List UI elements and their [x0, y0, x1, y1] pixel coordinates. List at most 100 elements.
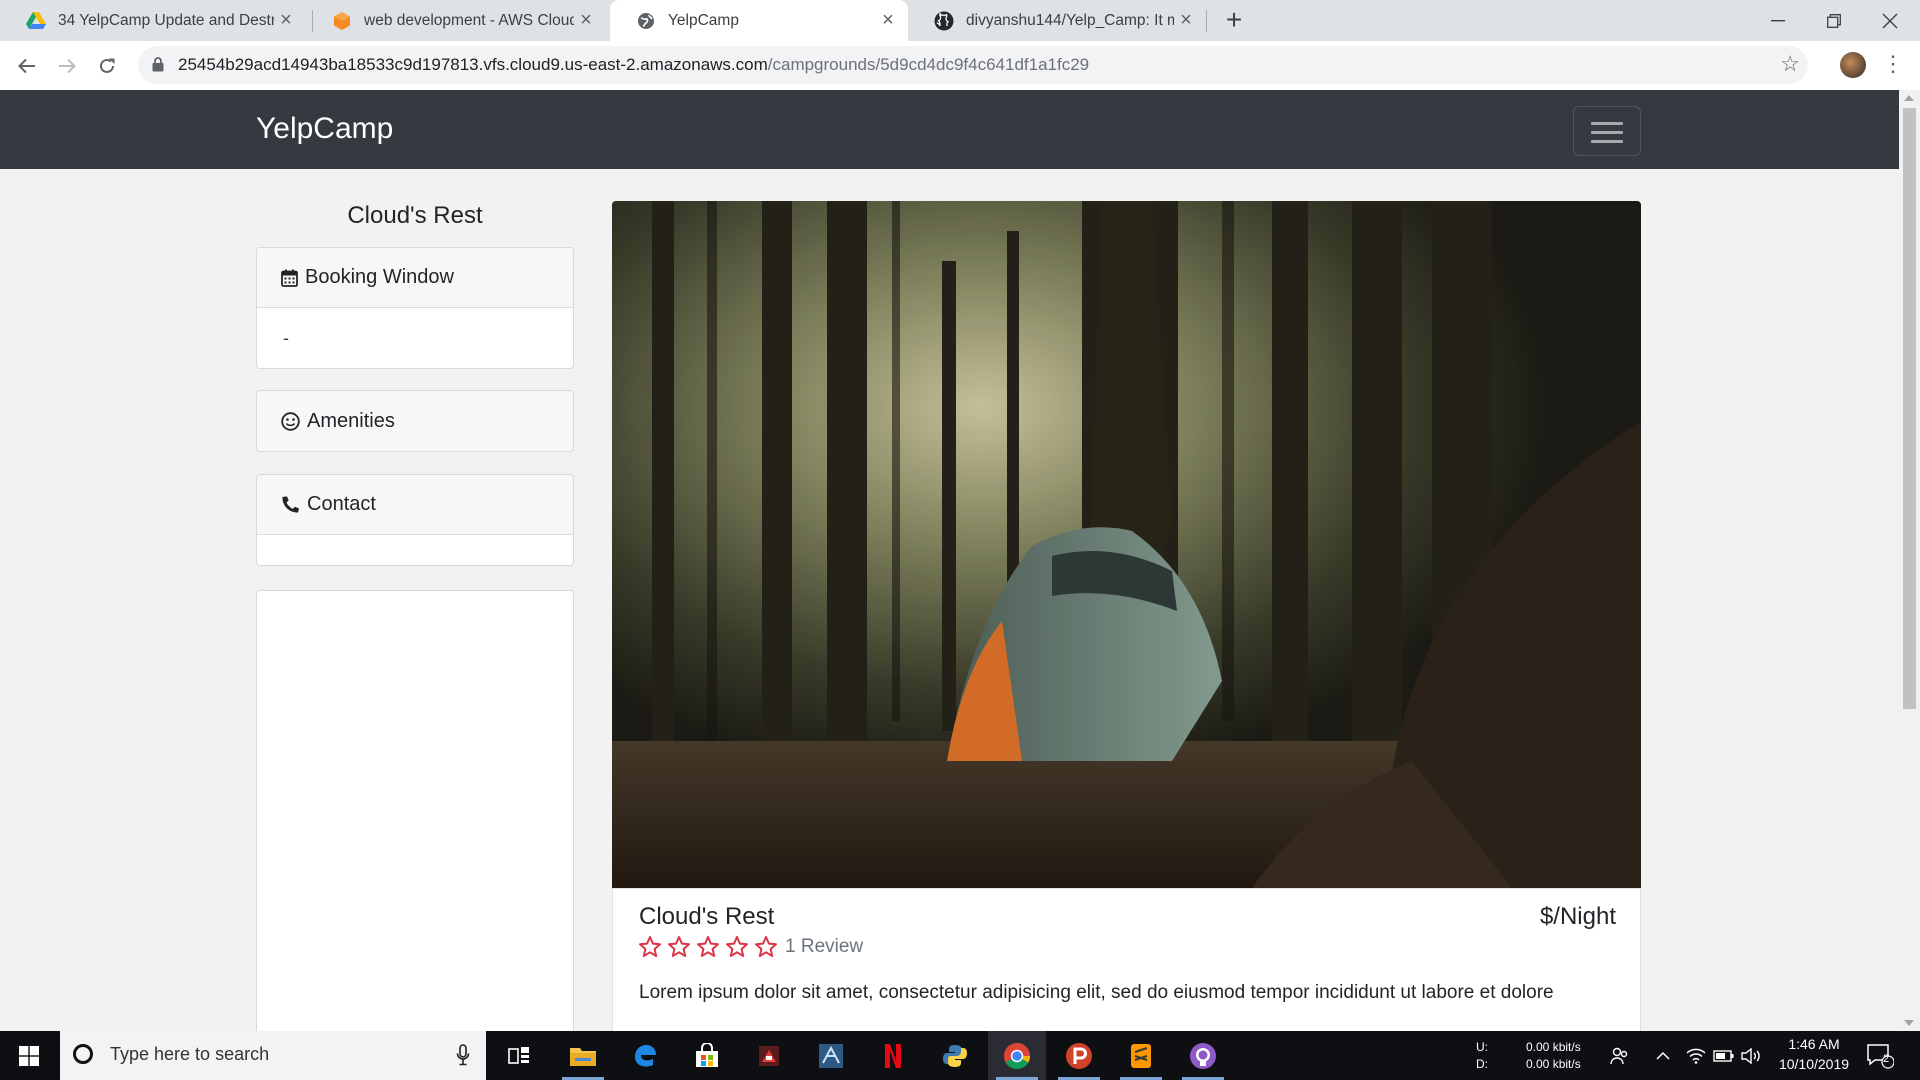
hamburger-icon — [1591, 122, 1623, 125]
network-speed-widget: U: 0.00 kbit/s D: 0.00 kbit/s — [1476, 1039, 1581, 1073]
site-navbar: YelpCamp — [0, 90, 1899, 169]
tab-title: web development - AWS Cloud9 — [364, 11, 574, 29]
url-path: /campgrounds/5d9cd4dc9f4c641df1a1fc29 — [767, 55, 1090, 74]
page-viewport: YelpCamp Cloud's Rest Booking Window - A… — [0, 90, 1899, 1031]
notification-icon — [1867, 1044, 1895, 1069]
scroll-up-arrow-icon[interactable] — [1904, 95, 1914, 101]
microphone-icon[interactable] — [456, 1044, 470, 1066]
browser-menu-icon[interactable]: ⋮ — [1882, 51, 1904, 77]
star-empty-icon — [697, 936, 719, 957]
star-empty-icon — [726, 936, 748, 957]
booking-window-label: Booking Window — [305, 266, 454, 288]
contact-header[interactable]: Contact — [257, 475, 573, 535]
calendar-icon — [281, 269, 298, 287]
contact-label: Contact — [307, 493, 376, 515]
profile-avatar[interactable] — [1840, 52, 1866, 78]
tab-separator — [1206, 10, 1207, 32]
scroll-thumb[interactable] — [1903, 108, 1916, 709]
browser-tab-4[interactable]: divyanshu144/Yelp_Camp: It mak × — [908, 0, 1206, 41]
tab-title: 34 YelpCamp Update and Destro — [58, 11, 274, 29]
wifi-icon[interactable] — [1684, 1031, 1708, 1080]
python-icon[interactable] — [926, 1031, 984, 1080]
url-host: 25454b29acd14943ba18533c9d197813.vfs.clo… — [178, 55, 768, 74]
bookmark-star-icon[interactable]: ☆ — [1780, 51, 1800, 77]
reload-icon — [100, 58, 115, 73]
arrow-right-icon — [59, 58, 76, 74]
star-empty-icon — [668, 936, 690, 957]
booking-window-card: Booking Window - — [256, 247, 574, 369]
edge-browser-icon[interactable] — [616, 1031, 674, 1080]
microsoft-store-icon[interactable] — [678, 1031, 736, 1080]
net-down-label: D: — [1476, 1057, 1488, 1071]
rating-stars: 1 Review — [638, 935, 863, 959]
amenities-header[interactable]: Amenities — [257, 391, 573, 451]
net-up-label: U: — [1476, 1040, 1488, 1054]
sublime-text-icon[interactable] — [1112, 1031, 1170, 1080]
notification-count: 2 — [1883, 1053, 1890, 1065]
close-icon[interactable]: × — [274, 9, 298, 32]
tab-title: YelpCamp — [668, 11, 739, 29]
aws-cloud9-icon — [332, 11, 352, 31]
star-empty-icon — [755, 936, 777, 957]
reload-button[interactable] — [94, 53, 120, 79]
review-count-link[interactable]: 1 Review — [785, 936, 863, 958]
close-icon[interactable]: × — [876, 9, 900, 32]
browser-tab-3[interactable]: YelpCamp × — [610, 0, 908, 41]
cortana-icon — [73, 1044, 93, 1064]
system-clock[interactable]: 1:46 AM 10/10/2019 — [1772, 1034, 1856, 1074]
close-icon[interactable]: × — [574, 9, 598, 32]
browser-tab-strip: 34 YelpCamp Update and Destro × web deve… — [0, 0, 1920, 41]
battery-icon[interactable] — [1712, 1031, 1736, 1080]
chevron-up-icon[interactable] — [1650, 1031, 1676, 1080]
scroll-down-arrow-icon[interactable] — [1904, 1020, 1914, 1026]
chrome-browser-icon[interactable] — [988, 1031, 1046, 1080]
campground-price: $/Night — [1539, 903, 1616, 930]
app-icon-red[interactable] — [740, 1031, 798, 1080]
sidebar-title: Cloud's Rest — [347, 202, 483, 229]
booking-window-header[interactable]: Booking Window — [257, 248, 573, 308]
campground-info-card: Cloud's Rest $/Night 1 Review Lorem ipsu… — [612, 888, 1641, 1031]
app-icon-blue[interactable] — [802, 1031, 860, 1080]
booking-window-value: - — [283, 327, 289, 348]
github-desktop-icon[interactable] — [1174, 1031, 1232, 1080]
close-icon[interactable]: × — [1174, 9, 1198, 32]
minimize-button[interactable] — [1750, 0, 1806, 41]
action-center-button[interactable]: 2 — [1866, 1043, 1895, 1074]
browser-toolbar: 25454b29acd14943ba18533c9d197813.vfs.clo… — [0, 41, 1920, 91]
google-drive-icon — [26, 11, 46, 31]
search-placeholder: Type here to search — [110, 1044, 270, 1064]
start-button[interactable] — [0, 1031, 58, 1080]
amenities-card: Amenities — [256, 390, 574, 452]
file-explorer-icon[interactable] — [554, 1031, 612, 1080]
arrow-left-icon — [18, 58, 35, 74]
amenities-label: Amenities — [307, 409, 395, 432]
net-up-value: 0.00 kbit/s — [1526, 1040, 1581, 1054]
taskbar: Type here to search U: 0.00 kbit/s D: 0.00… — [0, 1031, 1920, 1080]
taskbar-search-box[interactable]: Type here to search — [60, 1031, 486, 1080]
globe-icon — [636, 11, 656, 31]
contact-card: Contact — [256, 474, 574, 566]
lock-icon — [152, 57, 164, 77]
close-window-button[interactable] — [1862, 0, 1918, 41]
map-card — [256, 590, 574, 1031]
navbar-brand[interactable]: YelpCamp — [256, 112, 393, 146]
browser-tab-1[interactable]: 34 YelpCamp Update and Destro × — [0, 0, 306, 41]
task-view-icon[interactable] — [490, 1031, 548, 1080]
tab-title: divyanshu144/Yelp_Camp: It mak — [966, 11, 1174, 29]
volume-icon[interactable] — [1740, 1031, 1764, 1080]
people-icon[interactable] — [1606, 1031, 1634, 1080]
browser-tab-2[interactable]: web development - AWS Cloud9 × — [306, 0, 606, 41]
new-tab-button[interactable]: + — [1220, 6, 1248, 34]
app-icon-p[interactable] — [1050, 1031, 1108, 1080]
forward-button[interactable] — [54, 53, 80, 79]
navbar-toggler-button[interactable] — [1573, 106, 1641, 156]
page-scrollbar[interactable] — [1899, 90, 1920, 1031]
restore-button[interactable] — [1806, 0, 1862, 41]
back-button[interactable] — [14, 53, 40, 79]
url-bar[interactable]: 25454b29acd14943ba18533c9d197813.vfs.clo… — [138, 46, 1808, 84]
phone-icon — [281, 495, 300, 514]
github-icon — [934, 11, 954, 31]
netflix-icon[interactable] — [864, 1031, 922, 1080]
clock-date: 10/10/2019 — [1778, 1056, 1850, 1072]
smile-icon — [281, 411, 300, 431]
